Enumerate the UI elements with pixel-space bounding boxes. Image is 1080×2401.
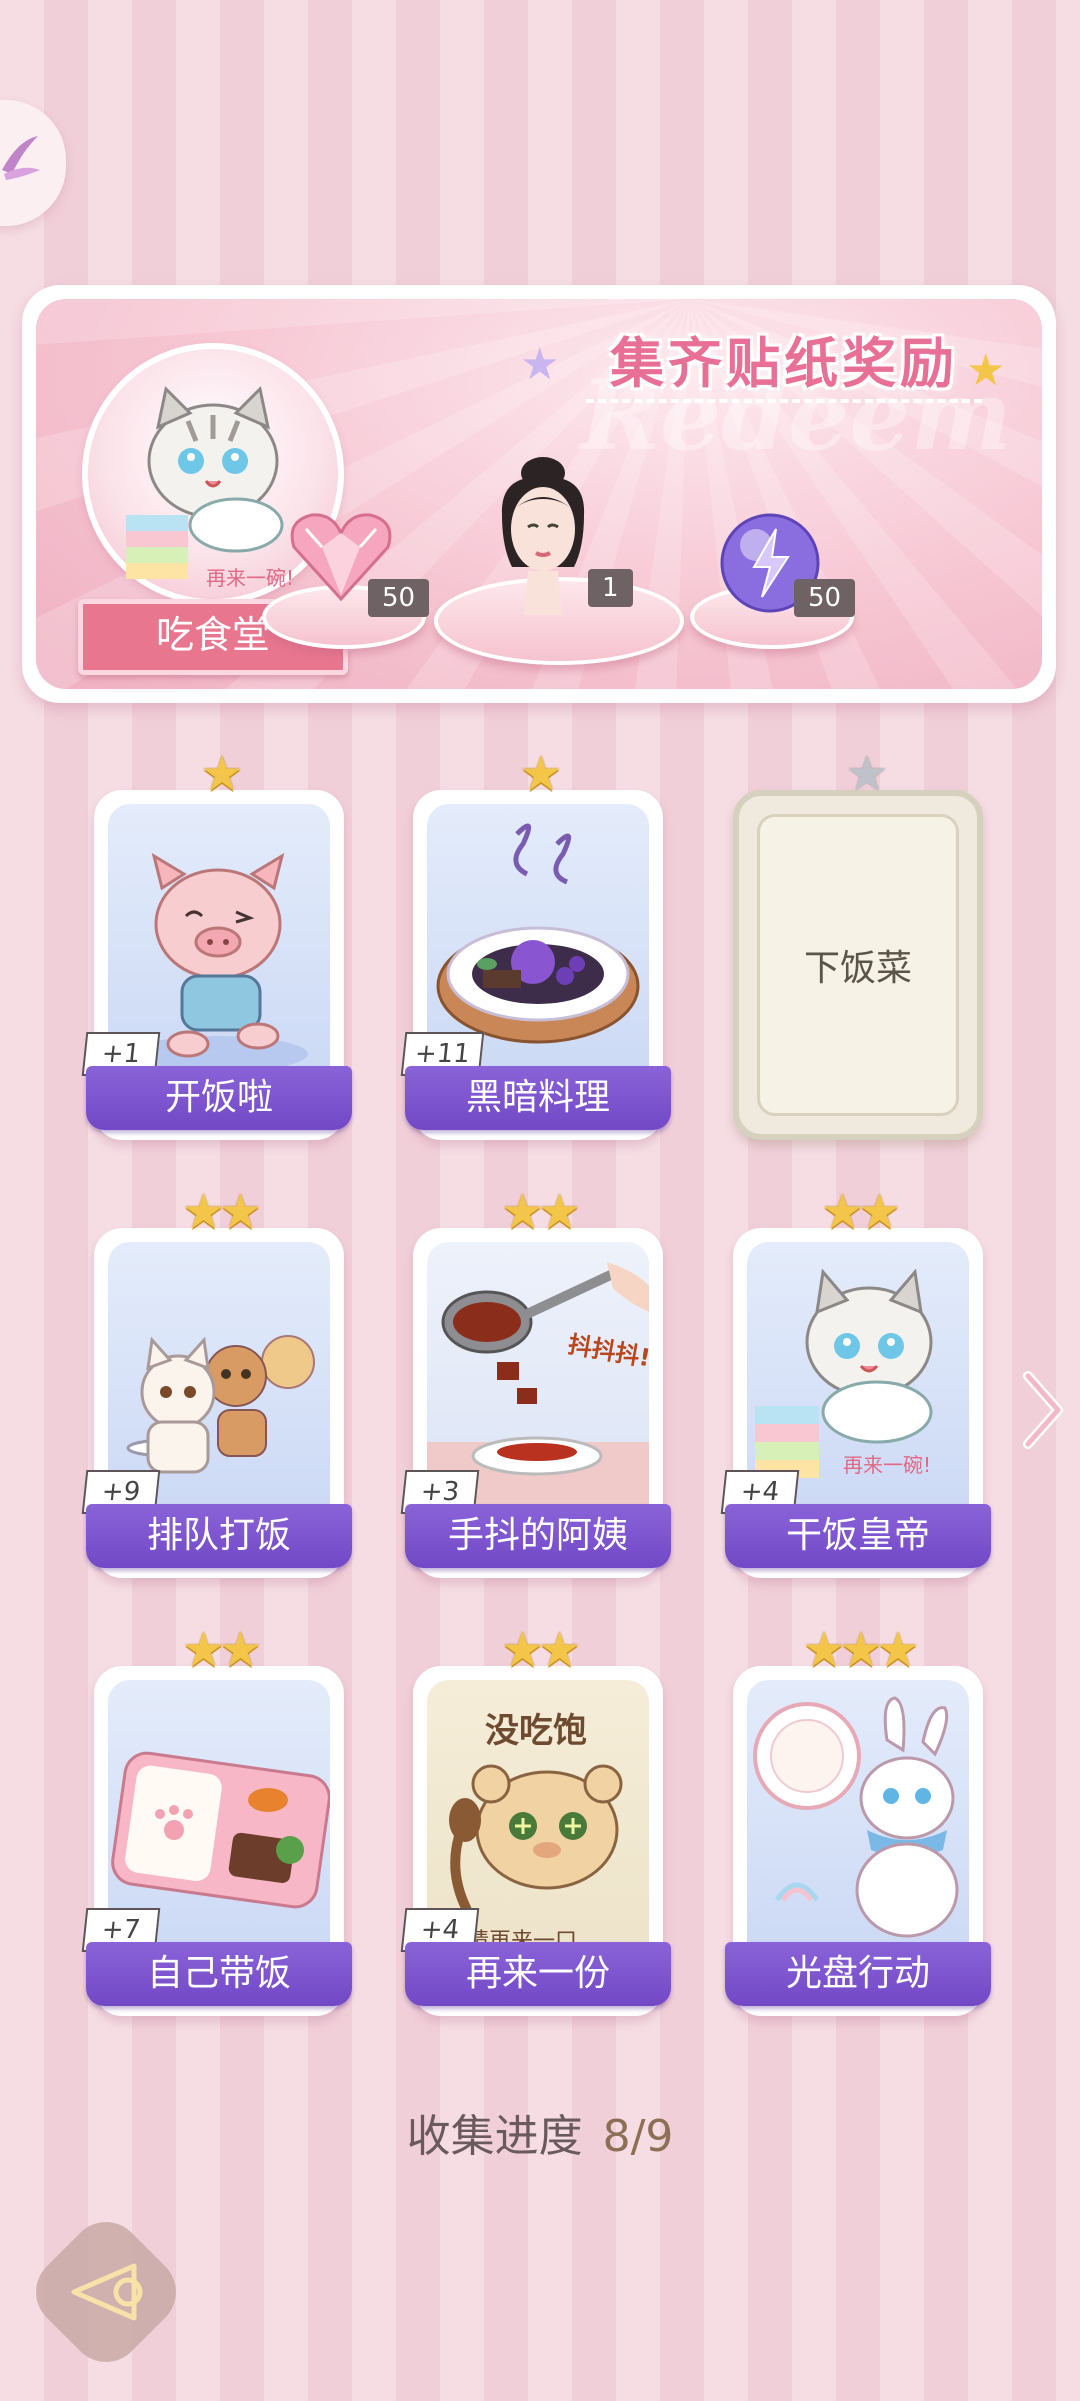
- star-icon: ★: [519, 746, 562, 802]
- star-rating: ★: [413, 746, 663, 802]
- sticker-card[interactable]: ★ +1 开饭啦: [81, 746, 352, 1140]
- progress-value: 8/9: [602, 2111, 674, 2162]
- sticker-card[interactable]: ★★★ 光盘行动: [725, 1622, 991, 2016]
- star-rating: ★★★: [733, 1622, 983, 1678]
- star-icon: ★: [845, 746, 888, 802]
- star-icon: ★: [200, 746, 243, 802]
- star-icon: ★: [839, 1622, 882, 1678]
- banner-title: 集齐贴纸奖励: [586, 329, 982, 403]
- card-title: 光盘行动: [725, 1942, 991, 2006]
- reward-item-portrait[interactable]: [488, 455, 598, 619]
- reward-count: 1: [588, 569, 633, 607]
- card-caption: 抖抖抖!: [566, 1330, 649, 1372]
- star-icon: ★: [500, 1622, 544, 1678]
- star-rating: ★★: [94, 1184, 344, 1240]
- sticker-card[interactable]: ★★ 再来一碗! +4 干饭皇帝: [720, 1184, 991, 1578]
- star-rating: ★★: [413, 1622, 663, 1678]
- card-title: 手抖的阿姨: [405, 1504, 671, 1568]
- card-title: 黑暗料理: [405, 1066, 671, 1130]
- card-title: 自己带饭: [86, 1942, 352, 2006]
- star-icon: ★: [820, 1184, 864, 1240]
- reward-banner: Redeem ★ ★ 集齐贴纸奖励 再来一碗! 吃食堂 50 1 50: [22, 285, 1056, 703]
- card-title: 再来一份: [405, 1942, 671, 2006]
- card-caption-top: 没吃饱: [485, 1711, 587, 1751]
- portrait-avatar-icon: [501, 457, 585, 615]
- star-rating: ★★: [413, 1184, 663, 1240]
- sticker-card[interactable]: ★★ +7 自己带饭: [81, 1622, 352, 2016]
- star-icon: ★: [858, 1184, 901, 1240]
- card-title: 开饭啦: [86, 1066, 352, 1130]
- cafe-caption: 再来一碗!: [206, 566, 294, 590]
- progress-label: 收集进度: [406, 2111, 583, 2162]
- sticker-card[interactable]: ★★ 没吃饱 请再来一口 +4 再来一份: [400, 1622, 671, 2016]
- fan-icon: [2, 136, 40, 180]
- sticker-card[interactable]: ★★ 抖抖抖! +3 手抖的阿姨: [400, 1184, 671, 1578]
- star-icon: ★: [538, 1184, 581, 1240]
- next-page-arrow[interactable]: [1020, 1370, 1066, 1454]
- sticker-card[interactable]: ★ +11 黑暗料理: [400, 746, 671, 1140]
- collection-progress: 收集进度 8/9: [0, 2100, 1080, 2164]
- card-title: 干饭皇帝: [725, 1504, 991, 1568]
- star-rating: ★★: [94, 1622, 344, 1678]
- card-title: 排队打饭: [86, 1504, 352, 1568]
- star-icon: ★: [876, 1622, 920, 1678]
- star-icon: ★: [219, 1622, 262, 1678]
- back-arrow-icon: [64, 2252, 154, 2336]
- reward-count: 50: [368, 579, 430, 617]
- star-icon: ★: [181, 1622, 225, 1678]
- star-decoration-icon: ★: [520, 339, 560, 390]
- sticker-card[interactable]: ★★ +9 排队打饭: [81, 1184, 352, 1578]
- star-rating: ★: [94, 746, 344, 802]
- star-icon: ★: [181, 1184, 225, 1240]
- star-rating: ★★: [733, 1184, 983, 1240]
- star-icon: ★: [500, 1184, 544, 1240]
- menu-fan-button[interactable]: [0, 100, 66, 226]
- card-title: 下饭菜: [757, 814, 959, 1116]
- chevron-right-icon: [1023, 1371, 1063, 1449]
- star-rating: ★: [739, 746, 989, 802]
- locked-sticker-card[interactable]: ★ 下饭菜: [733, 746, 983, 1140]
- card-caption: 再来一碗!: [843, 1453, 931, 1477]
- reward-count: 50: [794, 579, 856, 617]
- star-icon: ★: [802, 1622, 845, 1678]
- star-icon: ★: [538, 1622, 581, 1678]
- star-icon: ★: [219, 1184, 262, 1240]
